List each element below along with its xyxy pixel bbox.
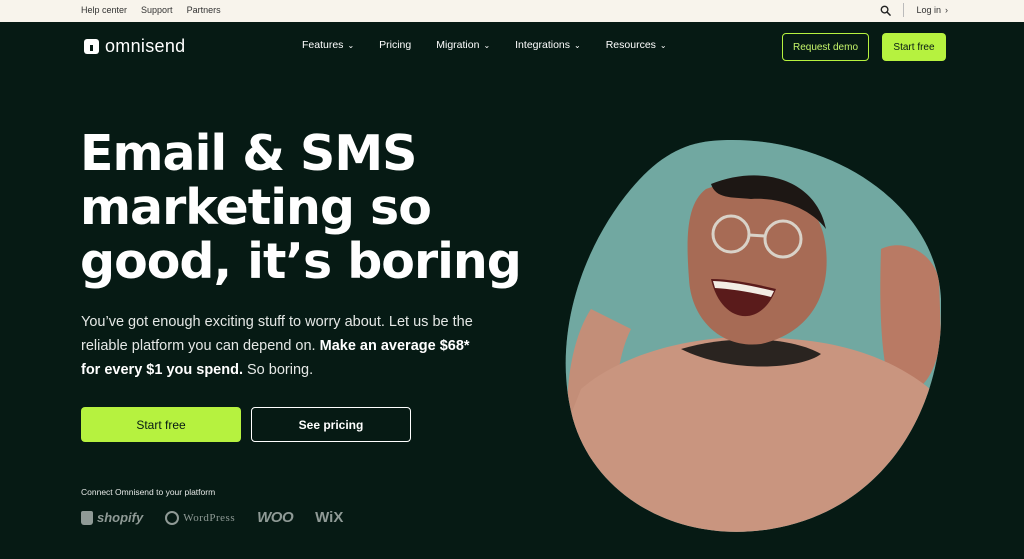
woo-logo: WOO: [257, 509, 294, 526]
hero-subtext: You’ve got enough exciting stuff to worr…: [81, 310, 481, 382]
nav-item-features[interactable]: Features ⌄: [302, 39, 354, 51]
nav-item-resources[interactable]: Resources ⌄: [606, 39, 667, 51]
platform-logos: shopify WordPress WOO WiX: [81, 509, 343, 526]
hero-photo: [565, 140, 941, 532]
chevron-down-icon: ⌄: [483, 40, 491, 50]
nav-start-free-button[interactable]: Start free: [882, 33, 946, 61]
utility-right: Log in ›: [880, 3, 948, 17]
chevron-down-icon: ⌄: [347, 40, 355, 50]
hero-headline: Email & SMS marketing so good, it’s bori…: [80, 127, 540, 289]
chevron-down-icon: ⌄: [659, 40, 667, 50]
woo-label: WOO: [257, 509, 294, 526]
search-icon[interactable]: [880, 5, 892, 16]
nav-menu: Features ⌄ Pricing Migration ⌄ Integrati…: [302, 39, 667, 51]
logo[interactable]: omnisend: [84, 36, 185, 57]
support-link[interactable]: Support: [141, 5, 173, 15]
see-pricing-button[interactable]: See pricing: [251, 407, 411, 442]
wordpress-icon: [165, 510, 180, 525]
hero-start-free-button[interactable]: Start free: [81, 407, 241, 442]
shopify-logo: shopify: [81, 510, 143, 525]
utility-links: Help center Support Partners: [81, 5, 221, 15]
nav-item-label: Features: [302, 39, 344, 51]
login-link[interactable]: Log in ›: [916, 5, 948, 15]
help-center-link[interactable]: Help center: [81, 5, 127, 15]
utility-bar: Help center Support Partners Log in ›: [0, 0, 1024, 22]
wix-label: WiX: [315, 509, 344, 526]
chevron-right-icon: ›: [945, 5, 948, 15]
connect-label: Connect Omnisend to your platform: [81, 487, 216, 497]
wordpress-label: WordPress: [183, 511, 236, 524]
nav-item-pricing[interactable]: Pricing: [379, 39, 411, 51]
shopify-bag-icon: [81, 510, 93, 525]
wix-logo: WiX: [315, 509, 343, 526]
login-label: Log in: [916, 5, 941, 15]
headline-line: good, it’s boring: [80, 233, 522, 290]
subtext-end: So boring.: [242, 362, 314, 378]
partners-link[interactable]: Partners: [187, 5, 221, 15]
divider: [903, 3, 905, 17]
shopify-label: shopify: [97, 510, 144, 525]
nav-item-migration[interactable]: Migration ⌄: [436, 39, 490, 51]
nav-item-label: Pricing: [379, 39, 412, 51]
nav-item-integrations[interactable]: Integrations ⌄: [515, 39, 581, 51]
headline-line: marketing so: [80, 179, 432, 236]
request-demo-button[interactable]: Request demo: [782, 33, 869, 61]
wordpress-logo: WordPress: [165, 510, 236, 525]
headline-line: Email & SMS: [80, 125, 417, 182]
logo-mark-icon: [84, 39, 99, 54]
nav-item-label: Integrations: [515, 39, 571, 51]
main-nav: omnisend Features ⌄ Pricing Migration ⌄ …: [0, 22, 1024, 70]
nav-item-label: Resources: [605, 39, 656, 51]
logo-text: omnisend: [105, 36, 186, 56]
chevron-down-icon: ⌄: [574, 40, 581, 50]
nav-item-label: Migration: [436, 39, 480, 51]
